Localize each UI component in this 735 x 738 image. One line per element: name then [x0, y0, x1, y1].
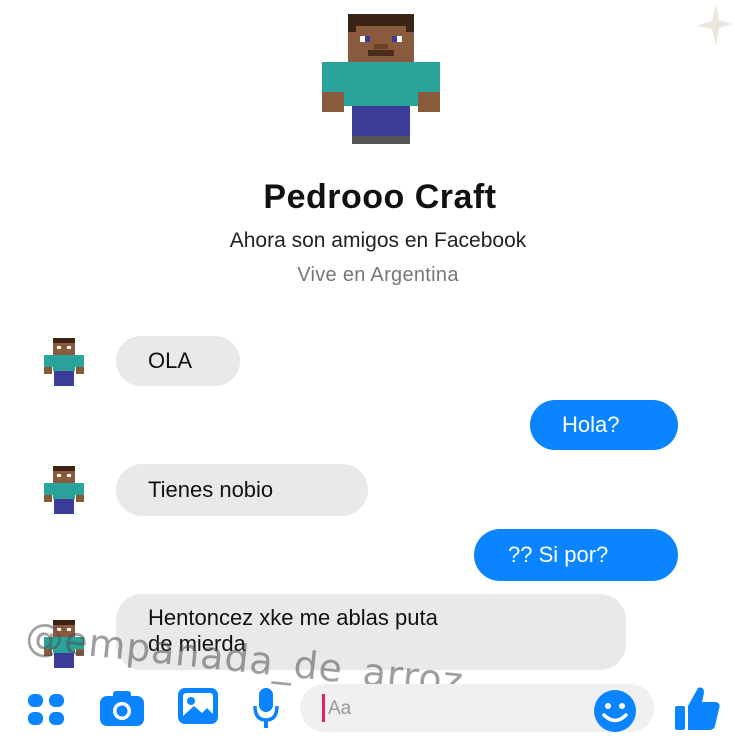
- message-text: Hola?: [562, 412, 620, 437]
- message-bubble-incoming[interactable]: Tienes nobio: [116, 464, 368, 516]
- profile-name: Pedrooo Craft: [263, 178, 497, 216]
- sender-avatar[interactable]: [44, 338, 84, 386]
- message-text-line: de mierda: [148, 631, 246, 656]
- message-bubble-outgoing[interactable]: ?? Si por?: [474, 529, 678, 581]
- message-bubble-incoming[interactable]: OLA: [116, 336, 240, 386]
- gallery-icon[interactable]: [176, 686, 220, 728]
- sender-avatar[interactable]: [44, 466, 84, 514]
- emoji-icon[interactable]: [592, 688, 638, 734]
- star-icon: [696, 4, 732, 46]
- sender-avatar[interactable]: [44, 620, 84, 668]
- profile-avatar[interactable]: [322, 12, 440, 144]
- message-text-line: Hentoncez xke me ablas puta: [148, 605, 438, 630]
- message-text: Tienes nobio: [148, 477, 274, 502]
- message-input-placeholder: Aa: [328, 698, 352, 719]
- message-bubble-incoming[interactable]: Hentoncez xke me ablas puta de mierda: [116, 594, 626, 670]
- friends-status: Ahora son amigos en Facebook: [229, 229, 527, 252]
- text-caret: [322, 694, 325, 722]
- message-bubble-outgoing[interactable]: Hola?: [530, 400, 678, 450]
- message-text: OLA: [148, 348, 193, 373]
- thumbs-up-icon[interactable]: [672, 684, 722, 734]
- microphone-icon[interactable]: [252, 686, 280, 730]
- composer-bar: Aa: [0, 676, 735, 738]
- camera-icon[interactable]: [98, 688, 146, 728]
- apps-icon[interactable]: [26, 690, 66, 730]
- message-text: ?? Si por?: [508, 542, 609, 567]
- location-text: Vive en Argentina: [297, 264, 459, 286]
